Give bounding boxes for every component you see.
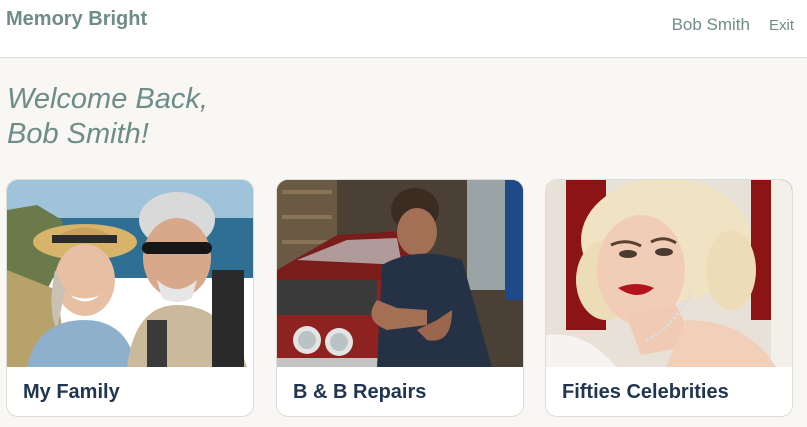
exit-link[interactable]: Exit (769, 17, 794, 34)
welcome-heading: Welcome Back, Bob Smith! (7, 82, 208, 152)
app-logo[interactable]: Memory Bright (6, 8, 147, 31)
card-fifties-celebrities[interactable]: Fifties Celebrities (545, 179, 793, 417)
card-b-and-b-repairs[interactable]: B & B Repairs (276, 179, 524, 417)
user-name-link[interactable]: Bob Smith (672, 15, 750, 35)
celebrity-portrait-photo (546, 180, 792, 367)
welcome-line-2: Bob Smith! (7, 118, 149, 150)
card-my-family[interactable]: My Family (6, 179, 254, 417)
card-title-my-family: My Family (23, 381, 120, 403)
card-title-b-and-b-repairs: B & B Repairs (293, 381, 427, 403)
welcome-line-1: Welcome Back, (7, 83, 208, 115)
card-title-fifties-celebrities: Fifties Celebrities (562, 381, 729, 403)
top-bar: Memory Bright Bob Smith Exit (0, 0, 807, 58)
smiling-couple-photo (7, 180, 253, 367)
mechanic-garage-photo (277, 180, 523, 367)
